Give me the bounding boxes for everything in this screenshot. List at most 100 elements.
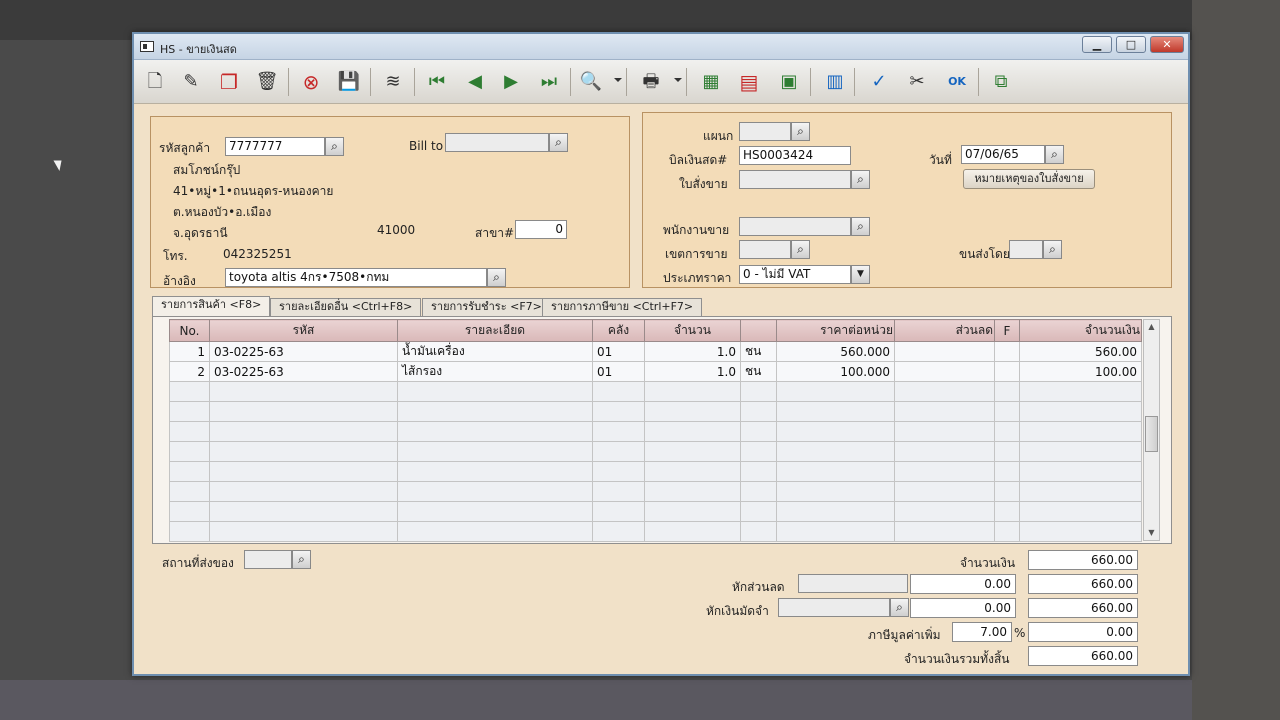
title-bar[interactable]: HS - ขายเงินสด ▁ □ ✕ [134, 34, 1188, 60]
price-type-select[interactable]: 0 - ไม่มี VAT [739, 265, 851, 284]
monitor-icon[interactable]: ▣ [774, 68, 804, 96]
column-header-discount[interactable]: ส่วนลด [894, 319, 995, 342]
sales-order-field[interactable] [739, 170, 851, 189]
salesman-field[interactable] [739, 217, 851, 236]
copy-document-icon[interactable]: ❐ [214, 68, 244, 96]
scroll-down-icon[interactable]: ▼ [1144, 526, 1159, 540]
bill-to-search-icon[interactable]: ⌕ [549, 133, 568, 152]
discount-text-field[interactable] [798, 574, 908, 593]
cell-unit[interactable]: ชน [740, 361, 777, 382]
first-record-icon[interactable]: ⏮ [422, 68, 452, 96]
department-search-icon[interactable]: ⌕ [791, 122, 810, 141]
cell-code[interactable]: 03-0225-63 [209, 361, 398, 382]
column-header-unit-price[interactable]: ราคาต่อหน่วย [776, 319, 895, 342]
ship-by-field[interactable] [1009, 240, 1043, 259]
column-header-unit[interactable] [740, 319, 777, 342]
edit-document-icon[interactable]: ✎ [176, 68, 206, 96]
deposit-value-field[interactable]: 0.00 [910, 598, 1016, 618]
previous-record-icon[interactable]: ◀ [460, 68, 490, 96]
table-row[interactable] [169, 501, 1142, 522]
ok-icon[interactable]: OK [942, 68, 972, 96]
table-row[interactable] [169, 381, 1142, 402]
next-record-icon[interactable]: ▶ [496, 68, 526, 96]
table-row[interactable] [169, 401, 1142, 422]
cell-amount[interactable]: 560.00 [1019, 341, 1142, 362]
cell-discount[interactable] [894, 361, 995, 382]
last-record-icon[interactable]: ⏭ [534, 68, 564, 96]
grid-scrollbar[interactable]: ▲ ▼ [1143, 319, 1160, 541]
column-header-code[interactable]: รหัส [209, 319, 398, 342]
cell-warehouse[interactable]: 01 [592, 361, 645, 382]
tab-other-details[interactable]: รายละเอียดอื่น <Ctrl+F8> [270, 298, 422, 316]
tab-sales-tax[interactable]: รายการภาษีขาย <Ctrl+F7> [542, 298, 703, 316]
column-header-description[interactable]: รายละเอียด [397, 319, 593, 342]
delivery-place-field[interactable] [244, 550, 292, 569]
form-icon[interactable]: ▤ [734, 68, 764, 96]
network-icon[interactable]: ⧉ [986, 68, 1016, 96]
table-row[interactable]: 2 03-0225-63 ไส้กรอง 01 1.0 ชน 100.000 1… [169, 361, 1142, 382]
new-document-icon[interactable]: 🗋 [140, 68, 170, 96]
cell-quantity[interactable]: 1.0 [644, 341, 741, 362]
cancel-icon[interactable]: ⊗ [296, 68, 326, 96]
sales-area-search-icon[interactable]: ⌕ [791, 240, 810, 259]
minimize-button[interactable]: ▁ [1082, 36, 1112, 53]
column-header-warehouse[interactable]: คลัง [592, 319, 645, 342]
reference-search-icon[interactable]: ⌕ [487, 268, 506, 287]
column-header-no[interactable]: No. [169, 319, 210, 342]
column-header-amount[interactable]: จำนวนเงิน [1019, 319, 1142, 342]
deposit-search-icon[interactable]: ⌕ [890, 598, 909, 617]
branch-field[interactable]: 0 [515, 220, 567, 239]
tools-icon[interactable]: ✂ [902, 68, 932, 96]
find-icon[interactable]: 🔍 [576, 68, 606, 96]
tab-items[interactable]: รายการสินค้า <F8> [152, 296, 271, 316]
cell-no[interactable]: 2 [169, 361, 210, 382]
deposit-text-field[interactable] [778, 598, 890, 617]
printer-icon[interactable]: 🖶 [636, 68, 666, 96]
table-row[interactable]: 1 03-0225-63 น้ำมันเครื่อง 01 1.0 ชน 560… [169, 341, 1142, 362]
bill-number-field[interactable]: HS0003424 [739, 146, 851, 165]
cell-description[interactable]: น้ำมันเครื่อง [397, 341, 593, 362]
department-field[interactable] [739, 122, 791, 141]
order-remark-button[interactable]: หมายเหตุของใบสั่งขาย [963, 169, 1095, 189]
save-icon[interactable]: 💾 [334, 68, 364, 96]
table-row[interactable] [169, 441, 1142, 462]
cell-flag[interactable] [994, 361, 1020, 382]
stack-icon[interactable]: ≋ [378, 68, 408, 96]
cell-quantity[interactable]: 1.0 [644, 361, 741, 382]
column-header-quantity[interactable]: จำนวน [644, 319, 741, 342]
customer-search-icon[interactable]: ⌕ [325, 137, 344, 156]
date-field[interactable]: 07/06/65 [961, 145, 1045, 164]
salesman-search-icon[interactable]: ⌕ [851, 217, 870, 236]
scrollbar-thumb[interactable] [1145, 416, 1158, 452]
cell-unit-price[interactable]: 560.000 [776, 341, 895, 362]
discount-value-field[interactable]: 0.00 [910, 574, 1016, 594]
cell-description[interactable]: ไส้กรอง [397, 361, 593, 382]
report-icon[interactable]: ▥ [820, 68, 850, 96]
bill-to-field[interactable] [445, 133, 549, 152]
cell-warehouse[interactable]: 01 [592, 341, 645, 362]
tab-payments[interactable]: รายการรับชำระ <F7> [422, 298, 551, 316]
cell-amount[interactable]: 100.00 [1019, 361, 1142, 382]
maximize-button[interactable]: □ [1116, 36, 1146, 53]
close-button[interactable]: ✕ [1150, 36, 1184, 53]
cell-code[interactable]: 03-0225-63 [209, 341, 398, 362]
vat-rate-field[interactable]: 7.00 [952, 622, 1012, 642]
table-row[interactable] [169, 481, 1142, 502]
table-row[interactable] [169, 461, 1142, 482]
cell-unit[interactable]: ชน [740, 341, 777, 362]
sales-area-field[interactable] [739, 240, 791, 259]
print-dropdown-icon[interactable] [674, 78, 682, 82]
chevron-down-icon[interactable]: ▼ [851, 265, 870, 284]
sales-order-search-icon[interactable]: ⌕ [851, 170, 870, 189]
trash-icon[interactable]: 🗑 [252, 68, 282, 96]
customer-code-field[interactable]: 7777777 [225, 137, 325, 156]
date-picker-icon[interactable]: ⌕ [1045, 145, 1064, 164]
ship-by-search-icon[interactable]: ⌕ [1043, 240, 1062, 259]
cell-discount[interactable] [894, 341, 995, 362]
approve-icon[interactable]: ✓ [864, 68, 894, 96]
cell-no[interactable]: 1 [169, 341, 210, 362]
scroll-up-icon[interactable]: ▲ [1144, 320, 1159, 334]
delivery-place-search-icon[interactable]: ⌕ [292, 550, 311, 569]
cell-unit-price[interactable]: 100.000 [776, 361, 895, 382]
column-header-flag[interactable]: F [994, 319, 1020, 342]
